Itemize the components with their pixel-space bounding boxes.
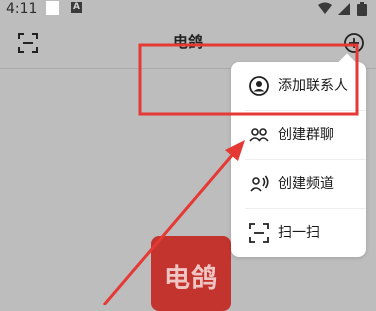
battery-icon	[357, 2, 367, 16]
page-title: 电鸽	[172, 33, 203, 51]
menu-item-label: 创建频道	[278, 176, 334, 192]
menu-item-scan[interactable]: 扫一扫	[231, 209, 366, 257]
status-icons	[318, 2, 367, 16]
person-circle-icon	[249, 76, 269, 96]
notification-square-icon	[46, 1, 59, 15]
scan-icon	[249, 223, 269, 243]
menu-item-add-contact[interactable]: 添加联系人	[231, 62, 366, 110]
logo-text: 电鸽	[163, 264, 218, 294]
app-logo: 电鸽	[151, 236, 231, 311]
status-time: 4:11	[6, 1, 38, 17]
menu-item-label: 扫一扫	[278, 225, 320, 241]
menu-item-label: 添加联系人	[278, 78, 348, 94]
signal-icon	[338, 3, 350, 15]
wifi-icon	[318, 2, 332, 14]
menu-item-label: 创建群聊	[278, 127, 334, 143]
group-icon	[249, 128, 269, 142]
app-badge-icon: A	[71, 2, 82, 13]
plus-circle-icon[interactable]	[343, 32, 365, 54]
channel-icon	[250, 175, 269, 192]
popup-menu: 添加联系人 创建群聊 创建频道 扫一扫	[231, 53, 366, 257]
menu-item-create-channel[interactable]: 创建频道	[231, 160, 366, 208]
menu-item-create-group[interactable]: 创建群聊	[231, 111, 366, 159]
status-bar: 4:11 A	[0, 0, 376, 20]
